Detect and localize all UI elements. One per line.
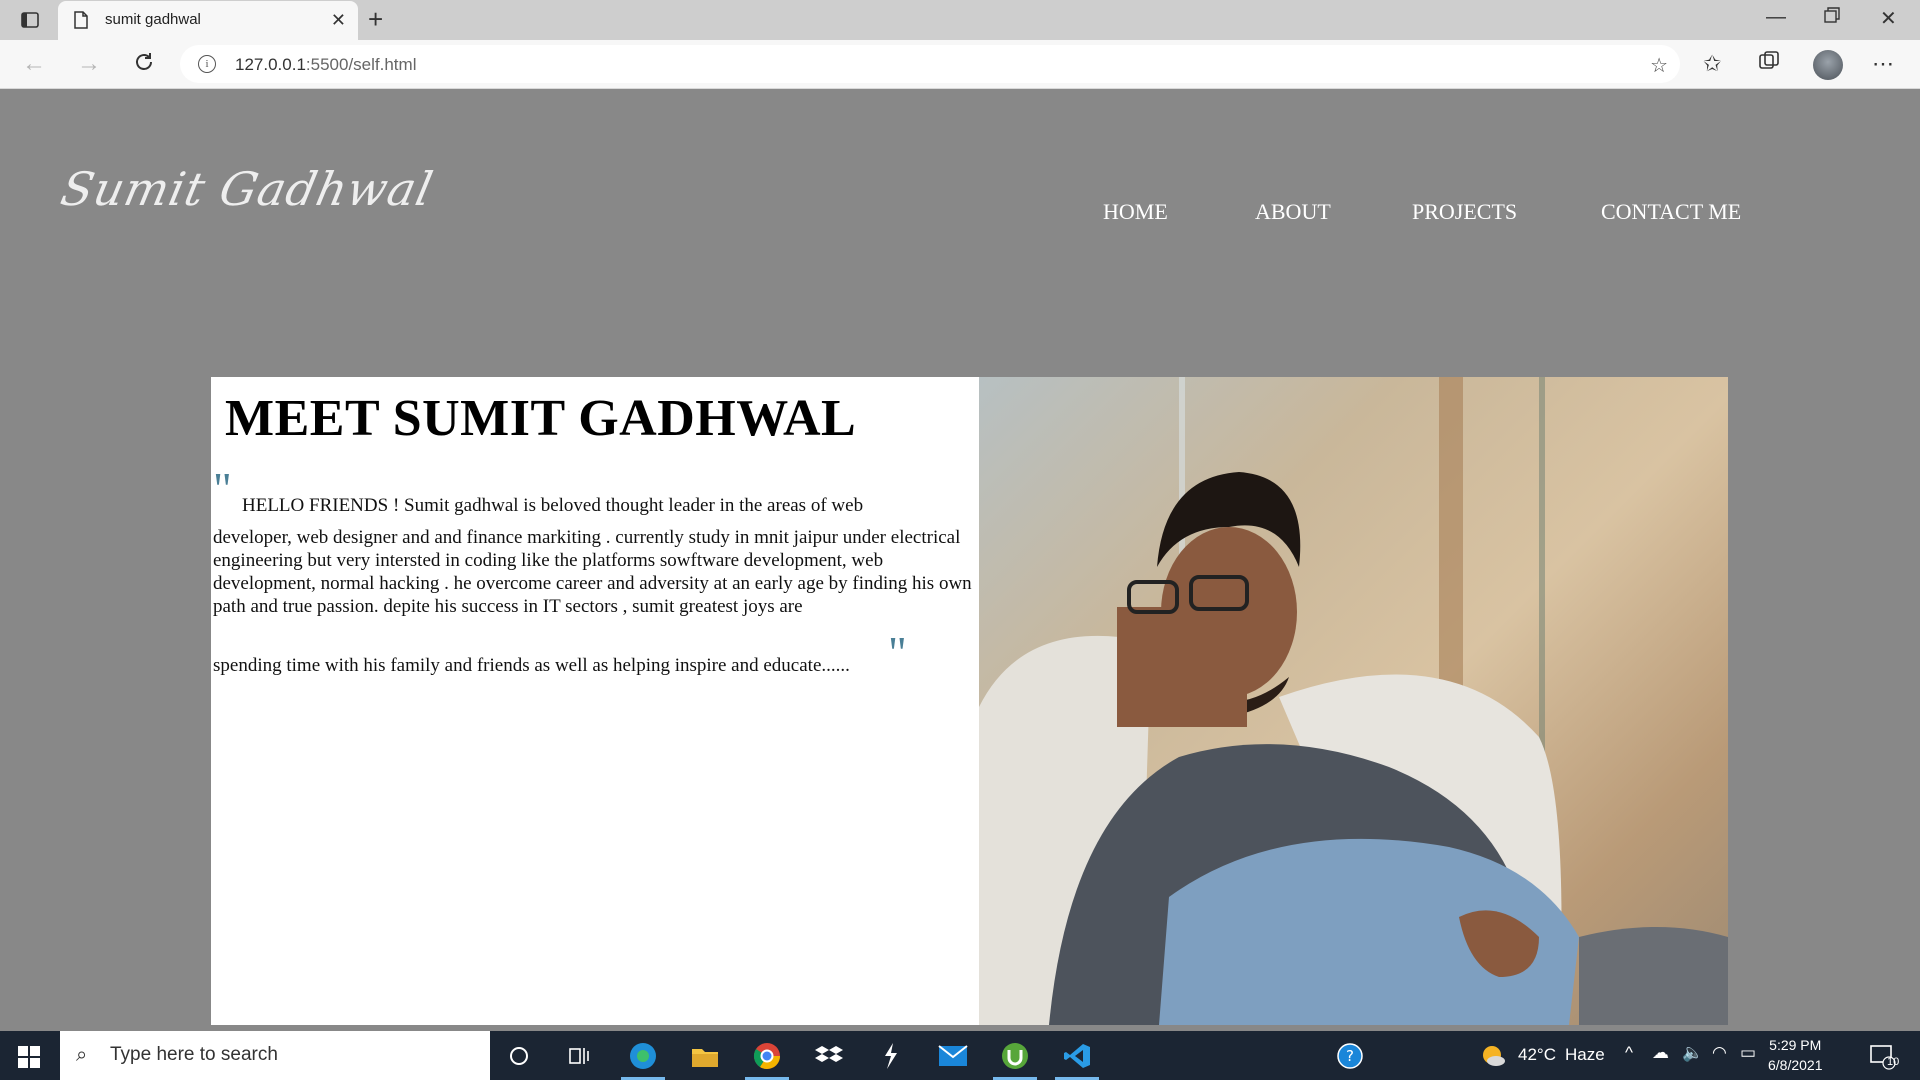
add-favorite-icon[interactable]: ☆ (1650, 53, 1668, 78)
new-tab-icon[interactable]: + (368, 6, 383, 32)
search-placeholder: Type here to search (110, 1044, 278, 1065)
about-paragraph-last-line: spending time with his family and friend… (213, 655, 850, 676)
weather-description[interactable]: Haze (1565, 1045, 1605, 1065)
about-paragraph-first-line: HELLO FRIENDS ! Sumit gadhwal is beloved… (242, 495, 864, 516)
system-clock[interactable]: 5:29 PM 6/8/2021 (1768, 1035, 1823, 1075)
about-paragraph-body: developer, web designer and and finance … (213, 527, 972, 617)
profile-avatar[interactable] (1813, 50, 1843, 80)
about-headline: MEET SUMIT GADHWAL (225, 390, 857, 447)
browser-tab[interactable]: sumit gadhwal ✕ (58, 1, 358, 40)
vscode-icon[interactable] (1049, 1031, 1105, 1080)
battery-icon[interactable]: ▭ (1740, 1043, 1756, 1063)
url-field[interactable]: i 127.0.0.1:5500/self.html ☆ (180, 45, 1680, 83)
profile-photo (979, 377, 1728, 1025)
file-explorer-icon[interactable] (677, 1031, 733, 1080)
cortana-icon[interactable] (491, 1031, 547, 1080)
terminal-app-icon[interactable] (863, 1031, 919, 1080)
task-view-icon[interactable] (552, 1031, 608, 1080)
taskbar-search-box[interactable]: ⌕ Type here to search (60, 1031, 490, 1080)
windows-taskbar: ⌕ Type here to search ? 42°C Haze ^ ☁ 🔈 … (0, 1031, 1920, 1080)
forward-icon[interactable]: → (77, 50, 101, 78)
chrome-icon[interactable] (739, 1031, 795, 1080)
nav-home[interactable]: HOME (1103, 199, 1168, 225)
restore-icon[interactable] (1824, 6, 1840, 29)
site-info-icon[interactable]: i (198, 55, 216, 73)
about-paragraph: HELLO FRIENDS ! Sumit gadhwal is beloved… (213, 494, 973, 677)
back-icon[interactable]: ← (22, 50, 46, 78)
weather-icon[interactable] (1465, 1031, 1521, 1080)
nav-contact-me[interactable]: CONTACT ME (1601, 199, 1741, 225)
onedrive-icon[interactable]: ☁ (1652, 1043, 1669, 1063)
windows-start-icon[interactable] (18, 1046, 40, 1073)
quote-close-icon: " (888, 627, 907, 678)
clock-time: 5:29 PM (1769, 1037, 1822, 1053)
edge-browser-icon[interactable] (615, 1031, 671, 1080)
browser-tab-bar: sumit gadhwal ✕ + — ✕ (0, 0, 1920, 40)
search-icon: ⌕ (76, 1044, 88, 1066)
dropbox-icon[interactable] (801, 1031, 857, 1080)
weather-temperature[interactable]: 42°C (1518, 1045, 1556, 1065)
help-icon[interactable]: ? (1322, 1031, 1378, 1080)
notification-center-icon[interactable]: 10 (1854, 1031, 1910, 1080)
tab-close-icon[interactable]: ✕ (331, 10, 346, 31)
mail-icon[interactable] (925, 1031, 981, 1080)
more-menu-icon[interactable]: ⋯ (1872, 50, 1894, 78)
nav-projects[interactable]: PROJECTS (1412, 199, 1517, 225)
collections-icon[interactable] (1758, 50, 1780, 79)
about-card: MEET SUMIT GADHWAL " HELLO FRIENDS ! Sum… (211, 377, 979, 1025)
site-logo[interactable]: Sumit Gadhwal (56, 162, 438, 216)
page-icon (74, 11, 88, 34)
favorites-icon[interactable]: ✩ (1703, 50, 1721, 78)
notification-count: 10 (1887, 1056, 1900, 1068)
wifi-icon[interactable]: ◠ (1712, 1043, 1727, 1063)
utorrent-icon[interactable] (987, 1031, 1043, 1080)
nav-about[interactable]: ABOUT (1255, 199, 1331, 225)
minimize-icon[interactable]: — (1766, 6, 1786, 29)
close-window-icon[interactable]: ✕ (1880, 6, 1897, 31)
address-bar: ← → i 127.0.0.1:5500/self.html ☆ ✩ ⋯ (0, 40, 1920, 89)
url-text: 127.0.0.1:5500/self.html (235, 55, 417, 74)
tab-title: sumit gadhwal (105, 11, 201, 28)
portrait-illustration (979, 377, 1728, 1025)
tab-actions-icon[interactable] (14, 8, 46, 32)
clock-date: 6/8/2021 (1768, 1057, 1823, 1073)
chevron-up-icon[interactable]: ^ (1625, 1043, 1633, 1063)
volume-icon[interactable]: 🔈 (1682, 1043, 1703, 1063)
svg-text:?: ? (1346, 1047, 1354, 1065)
refresh-icon[interactable] (132, 50, 156, 81)
